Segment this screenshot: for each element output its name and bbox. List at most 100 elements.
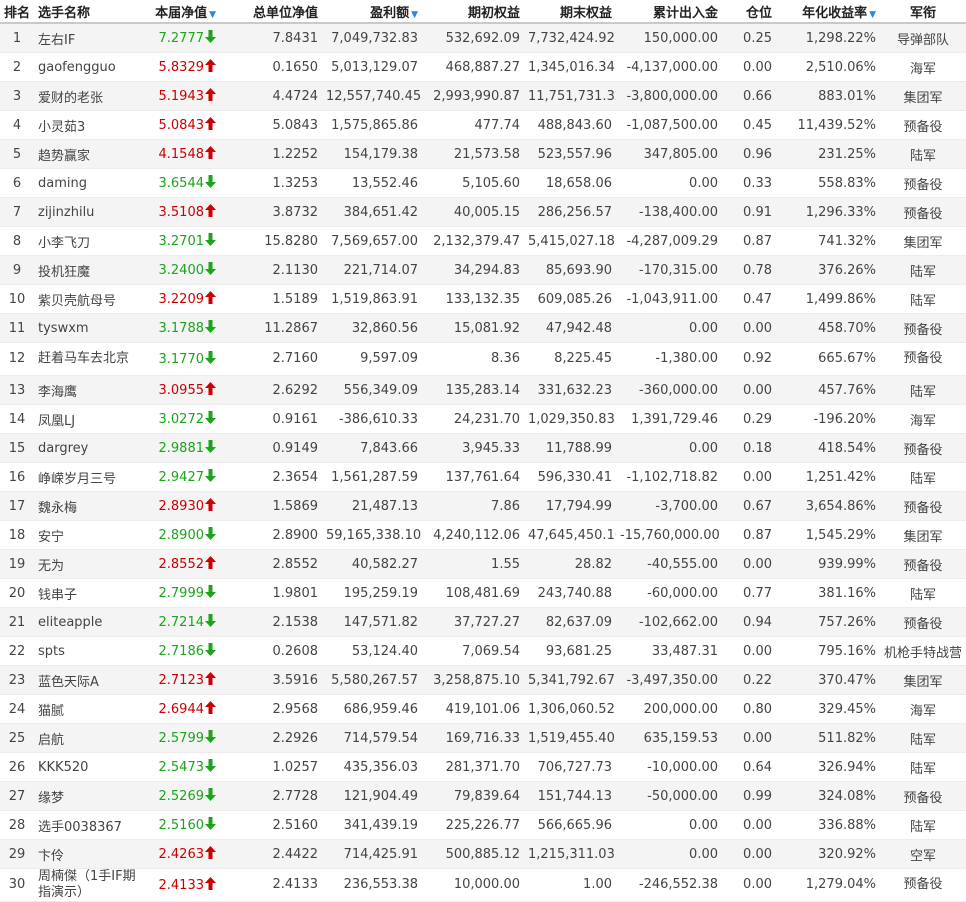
cell-total-nav: 3.5916: [220, 665, 322, 695]
cell-start-equity: 108,481.69: [422, 578, 524, 608]
table-row[interactable]: 14 凤凰LJ 3.0272 0.9161 -386,610.33 24,231.70 1,…: [0, 404, 966, 434]
cell-net-flow: 150,000.00: [616, 23, 722, 53]
table-row[interactable]: 16 峥嵘岁月三号 2.9427 2.3654 1,561,287.59 137,761.…: [0, 462, 966, 492]
arrow-up-icon: [205, 701, 216, 714]
table-row[interactable]: 21 eliteapple 2.7214 2.1538 147,571.82 37,727…: [0, 607, 966, 637]
table-row[interactable]: 20 钱串子 2.7999 1.9801 195,259.19 108,481.69 243…: [0, 578, 966, 608]
nav-value: 2.6944: [158, 702, 205, 717]
cell-name[interactable]: tyswxm: [34, 313, 144, 343]
cell-name[interactable]: 启航: [34, 723, 144, 753]
col-army-header: 军衔: [880, 0, 966, 24]
cell-annual-return: 381.16%: [776, 578, 880, 608]
table-row[interactable]: 8 小李飞刀 3.2701 15.8280 7,569,657.00 2,132,379.…: [0, 226, 966, 256]
table-row[interactable]: 10 紫贝壳航母号 3.2209 1.5189 1,519,863.91 133,132.…: [0, 284, 966, 314]
cell-nav: 2.7186: [144, 636, 220, 666]
table-row[interactable]: 9 投机狂魔 3.2400 2.1130 221,714.07 34,294.83 85,6…: [0, 255, 966, 285]
table-row[interactable]: 30 周楠傑（1手IF期指演示） 2.4133 2.4133 236,553.38 10,…: [0, 868, 966, 902]
cell-name[interactable]: 选手0038367: [34, 810, 144, 840]
cell-position: 0.87: [722, 520, 776, 550]
cell-name[interactable]: 无为: [34, 549, 144, 579]
cell-name[interactable]: 李海鹰: [34, 375, 144, 405]
cell-total-nav: 2.7160: [220, 342, 322, 376]
cell-nav: 7.2777: [144, 23, 220, 53]
cell-name[interactable]: KKK520: [34, 752, 144, 782]
cell-name[interactable]: 猫腻: [34, 694, 144, 724]
table-row[interactable]: 18 安宁 2.8900 2.8900 59,165,338.10 4,240,112.0…: [0, 520, 966, 550]
cell-name[interactable]: 安宁: [34, 520, 144, 550]
col-nav-header[interactable]: 本届净值 ▼: [144, 0, 220, 24]
table-row[interactable]: 6 daming 3.6544 1.3253 13,552.46 5,105.60 18,6…: [0, 168, 966, 198]
cell-name[interactable]: 钱串子: [34, 578, 144, 608]
cell-start-equity: 419,101.06: [422, 694, 524, 724]
cell-total-nav: 2.1130: [220, 255, 322, 285]
cell-name[interactable]: 凤凰LJ: [34, 404, 144, 434]
cell-annual-return: 1,545.29%: [776, 520, 880, 550]
table-row[interactable]: 13 李海鹰 3.0955 2.6292 556,349.09 135,283.14 331…: [0, 375, 966, 405]
cell-name[interactable]: 趋势赢家: [34, 139, 144, 169]
arrow-down-icon: [205, 30, 216, 43]
cell-nav: 3.1788: [144, 313, 220, 343]
table-row[interactable]: 5 趋势赢家 4.1548 1.2252 154,179.38 21,573.58 523,…: [0, 139, 966, 169]
cell-name[interactable]: 周楠傑（1手IF期指演示）: [34, 868, 144, 902]
table-row[interactable]: 3 爱财的老张 5.1943 4.4724 12,557,740.45 2,993,990…: [0, 81, 966, 111]
table-row[interactable]: 22 spts 2.7186 0.2608 53,124.40 7,069.54 93,68…: [0, 636, 966, 666]
col-annual-return-header[interactable]: 年化收益率 ▼: [776, 0, 880, 24]
cell-total-nav: 15.8280: [220, 226, 322, 256]
table-row[interactable]: 28 选手0038367 2.5160 2.5160 341,439.19 225,226…: [0, 810, 966, 840]
table-row[interactable]: 17 魏永梅 2.8930 1.5869 21,487.13 7.86 17,794.99-…: [0, 491, 966, 521]
cell-army: 预备役: [880, 868, 966, 902]
col-profit-header[interactable]: 盈利额 ▼: [322, 0, 422, 24]
cell-net-flow: -3,497,350.00: [616, 665, 722, 695]
cell-name[interactable]: dargrey: [34, 433, 144, 463]
cell-name[interactable]: 魏永梅: [34, 491, 144, 521]
table-row[interactable]: 23 蓝色天际A 2.7123 3.5916 5,580,267.57 3,258,875…: [0, 665, 966, 695]
cell-name[interactable]: 紫贝壳航母号: [34, 284, 144, 314]
table-row[interactable]: 24 猫腻 2.6944 2.9568 686,959.46 419,101.06 1,30…: [0, 694, 966, 724]
cell-name[interactable]: 爱财的老张: [34, 81, 144, 111]
sort-down-icon[interactable]: ▼: [209, 10, 216, 20]
cell-name[interactable]: 投机狂魔: [34, 255, 144, 285]
cell-rank: 1: [0, 23, 34, 53]
table-row[interactable]: 26 KKK520 2.5473 1.0257 435,356.03 281,371.70…: [0, 752, 966, 782]
cell-end-equity: 85,693.90: [524, 255, 616, 285]
sort-down-icon[interactable]: ▼: [869, 10, 876, 20]
cell-profit: 435,356.03: [322, 752, 422, 782]
col-profit-label[interactable]: 盈利额: [370, 6, 409, 21]
cell-annual-return: 883.01%: [776, 81, 880, 111]
cell-start-equity: 133,132.35: [422, 284, 524, 314]
cell-name[interactable]: 小灵茹3: [34, 110, 144, 140]
col-nav-label[interactable]: 本届净值: [155, 6, 207, 21]
cell-name[interactable]: eliteapple: [34, 607, 144, 637]
cell-name[interactable]: gaofengguo: [34, 52, 144, 82]
cell-name[interactable]: 赶着马车去北京: [34, 342, 144, 376]
cell-net-flow: 1,391,729.46: [616, 404, 722, 434]
cell-name[interactable]: 卞伶: [34, 839, 144, 869]
cell-name[interactable]: 左右IF: [34, 23, 144, 53]
table-row[interactable]: 11 tyswxm 3.1788 11.2867 32,860.56 15,081.92 4…: [0, 313, 966, 343]
cell-name[interactable]: zijinzhilu: [34, 197, 144, 227]
cell-army: 预备役: [880, 491, 966, 521]
table-row[interactable]: 27 缘梦 2.5269 2.7728 121,904.49 79,839.64 151,7…: [0, 781, 966, 811]
table-row[interactable]: 15 dargrey 2.9881 0.9149 7,843.66 3,945.33 11,…: [0, 433, 966, 463]
table-row[interactable]: 1 左右IF 7.2777 7.8431 7,049,732.83 532,692.09 7…: [0, 23, 966, 53]
cell-name[interactable]: 小李飞刀: [34, 226, 144, 256]
col-annual-return-label[interactable]: 年化收益率: [802, 6, 867, 21]
cell-name[interactable]: 蓝色天际A: [34, 665, 144, 695]
sort-down-icon[interactable]: ▼: [411, 10, 418, 20]
cell-name[interactable]: daming: [34, 168, 144, 198]
table-row[interactable]: 2 gaofengguo 5.8329 0.1650 5,013,129.07 468,8…: [0, 52, 966, 82]
cell-total-nav: 1.5869: [220, 491, 322, 521]
arrow-down-icon: [205, 643, 216, 656]
cell-profit: 147,571.82: [322, 607, 422, 637]
table-row[interactable]: 12 赶着马车去北京 3.1770 2.7160 9,597.09 8.36 8,225.4…: [0, 342, 966, 376]
cell-name[interactable]: 缘梦: [34, 781, 144, 811]
cell-name[interactable]: 峥嵘岁月三号: [34, 462, 144, 492]
cell-profit: 221,714.07: [322, 255, 422, 285]
table-row[interactable]: 25 启航 2.5799 2.2926 714,579.54 169,716.33 1,51…: [0, 723, 966, 753]
table-row[interactable]: 19 无为 2.8552 2.8552 40,582.27 1.55 28.82 -40,55…: [0, 549, 966, 579]
cell-army: 陆军: [880, 462, 966, 492]
table-row[interactable]: 7 zijinzhilu 3.5108 3.8732 384,651.42 40,005.…: [0, 197, 966, 227]
table-row[interactable]: 29 卞伶 2.4263 2.4422 714,425.91 500,885.12 1,21…: [0, 839, 966, 869]
table-row[interactable]: 4 小灵茹3 5.0843 5.0843 1,575,865.86 477.74 488,8…: [0, 110, 966, 140]
cell-name[interactable]: spts: [34, 636, 144, 666]
